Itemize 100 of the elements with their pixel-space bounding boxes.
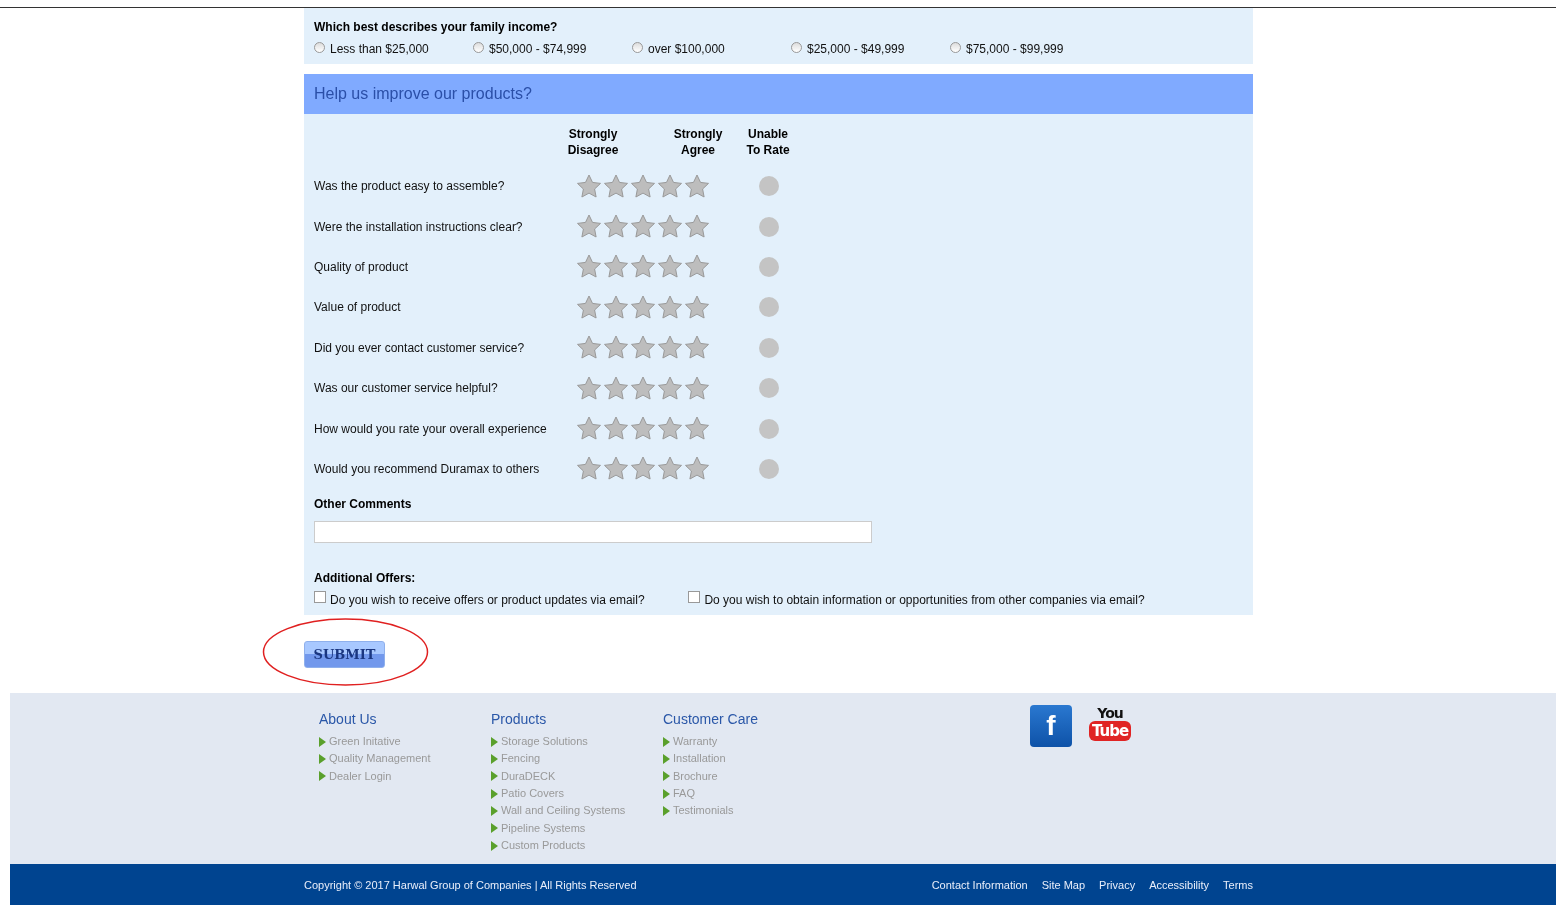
star-icon[interactable] [603, 335, 629, 361]
star-icon[interactable] [603, 375, 629, 401]
radio-button[interactable] [791, 41, 802, 53]
unable-radio[interactable] [759, 297, 779, 318]
arrow-icon [319, 771, 326, 782]
bottom-link[interactable]: Accessibility [1149, 878, 1210, 891]
question-text: Value of product [314, 300, 402, 315]
star-icon[interactable] [657, 335, 683, 361]
checkbox[interactable] [688, 591, 701, 604]
checkbox[interactable] [314, 591, 326, 604]
radio-button[interactable] [950, 41, 961, 53]
option-label: Less than $25,000 [330, 42, 429, 56]
question-text: How would you rate your overall experience [314, 421, 548, 436]
star-rating[interactable] [576, 294, 710, 320]
radio-button[interactable] [314, 41, 325, 53]
star-icon[interactable] [576, 173, 602, 199]
footer-link[interactable]: Storage Solutions [491, 733, 663, 751]
footer-link[interactable]: Dealer Login [319, 767, 491, 785]
footer-link[interactable]: Quality Management [319, 750, 491, 768]
footer-link[interactable]: Fencing [491, 750, 663, 768]
star-icon[interactable] [630, 375, 656, 401]
footer-link[interactable]: Custom Products [491, 836, 663, 855]
comments-field[interactable] [314, 521, 872, 544]
footer-link[interactable]: Pipeline Systems [491, 819, 663, 837]
star-icon[interactable] [657, 173, 683, 199]
star-icon[interactable] [657, 254, 683, 280]
bottom-link[interactable]: Privacy [1099, 878, 1136, 891]
star-icon[interactable] [684, 214, 710, 240]
star-icon[interactable] [603, 214, 629, 240]
unable-radio[interactable] [759, 216, 779, 237]
star-icon[interactable] [630, 416, 656, 442]
star-icon[interactable] [603, 173, 629, 199]
unable-radio[interactable] [759, 418, 779, 439]
radio-button[interactable] [632, 41, 643, 53]
footer-heading[interactable]: Products [491, 711, 663, 728]
star-icon[interactable] [684, 294, 710, 320]
star-icon[interactable] [603, 294, 629, 320]
bottom-link[interactable]: Site Map [1041, 878, 1086, 891]
star-icon[interactable] [576, 254, 602, 280]
unable-radio[interactable] [759, 458, 779, 479]
star-icon[interactable] [576, 456, 602, 482]
star-icon[interactable] [630, 173, 656, 199]
star-icon[interactable] [657, 416, 683, 442]
star-rating[interactable] [576, 416, 710, 442]
star-icon[interactable] [657, 294, 683, 320]
unable-radio[interactable] [759, 256, 779, 277]
footer-link[interactable]: Brochure [663, 767, 835, 785]
star-rating[interactable] [576, 456, 710, 482]
star-icon[interactable] [630, 294, 656, 320]
star-icon[interactable] [684, 254, 710, 280]
star-icon[interactable] [630, 335, 656, 361]
star-icon[interactable] [684, 456, 710, 482]
star-icon[interactable] [576, 294, 602, 320]
footer-link[interactable]: DuraDECK [491, 767, 663, 785]
footer-link[interactable]: Testimonials [663, 802, 835, 820]
star-icon[interactable] [603, 254, 629, 280]
option-label: $50,000 - $74,999 [489, 42, 587, 56]
comments-label: Other Comments [314, 497, 413, 512]
star-icon[interactable] [576, 416, 602, 442]
star-icon[interactable] [684, 375, 710, 401]
star-icon[interactable] [576, 375, 602, 401]
footer-link[interactable]: Warranty [663, 733, 835, 751]
star-icon[interactable] [576, 214, 602, 240]
star-icon[interactable] [684, 335, 710, 361]
star-icon[interactable] [630, 456, 656, 482]
footer-heading[interactable]: Customer Care [663, 711, 835, 728]
star-icon[interactable] [657, 375, 683, 401]
star-icon[interactable] [630, 214, 656, 240]
star-rating[interactable] [576, 173, 710, 199]
unable-radio[interactable] [759, 337, 779, 358]
submit-button[interactable]: SUBMIT [304, 640, 385, 668]
footer-link[interactable]: Green Initative [319, 733, 491, 751]
star-icon[interactable] [684, 416, 710, 442]
footer-link[interactable]: Installation [663, 750, 835, 768]
star-rating[interactable] [576, 254, 710, 280]
star-rating[interactable] [576, 214, 710, 240]
star-icon[interactable] [603, 416, 629, 442]
footer-link[interactable]: Patio Covers [491, 785, 663, 803]
option-label: over $100,000 [648, 42, 725, 56]
star-icon[interactable] [576, 335, 602, 361]
unable-radio[interactable] [759, 378, 779, 399]
star-rating[interactable] [576, 335, 710, 361]
option-label: $75,000 - $99,999 [966, 42, 1064, 56]
question-text: Did you ever contact customer service? [314, 340, 526, 355]
star-icon[interactable] [657, 214, 683, 240]
bottom-link[interactable]: Contact Information [931, 878, 1028, 891]
facebook-icon[interactable]: f [1030, 705, 1072, 748]
radio-button[interactable] [473, 41, 484, 53]
footer-link[interactable]: FAQ [663, 785, 835, 803]
star-icon[interactable] [603, 456, 629, 482]
star-icon[interactable] [630, 254, 656, 280]
arrow-icon [319, 736, 326, 747]
star-icon[interactable] [657, 456, 683, 482]
unable-radio[interactable] [759, 176, 779, 197]
footer-link[interactable]: Wall and Ceiling Systems [491, 802, 663, 820]
star-icon[interactable] [684, 173, 710, 199]
star-rating[interactable] [576, 375, 710, 401]
arrow-icon [491, 771, 498, 782]
footer-heading[interactable]: About Us [319, 711, 491, 728]
bottom-link[interactable]: Terms [1223, 878, 1253, 891]
